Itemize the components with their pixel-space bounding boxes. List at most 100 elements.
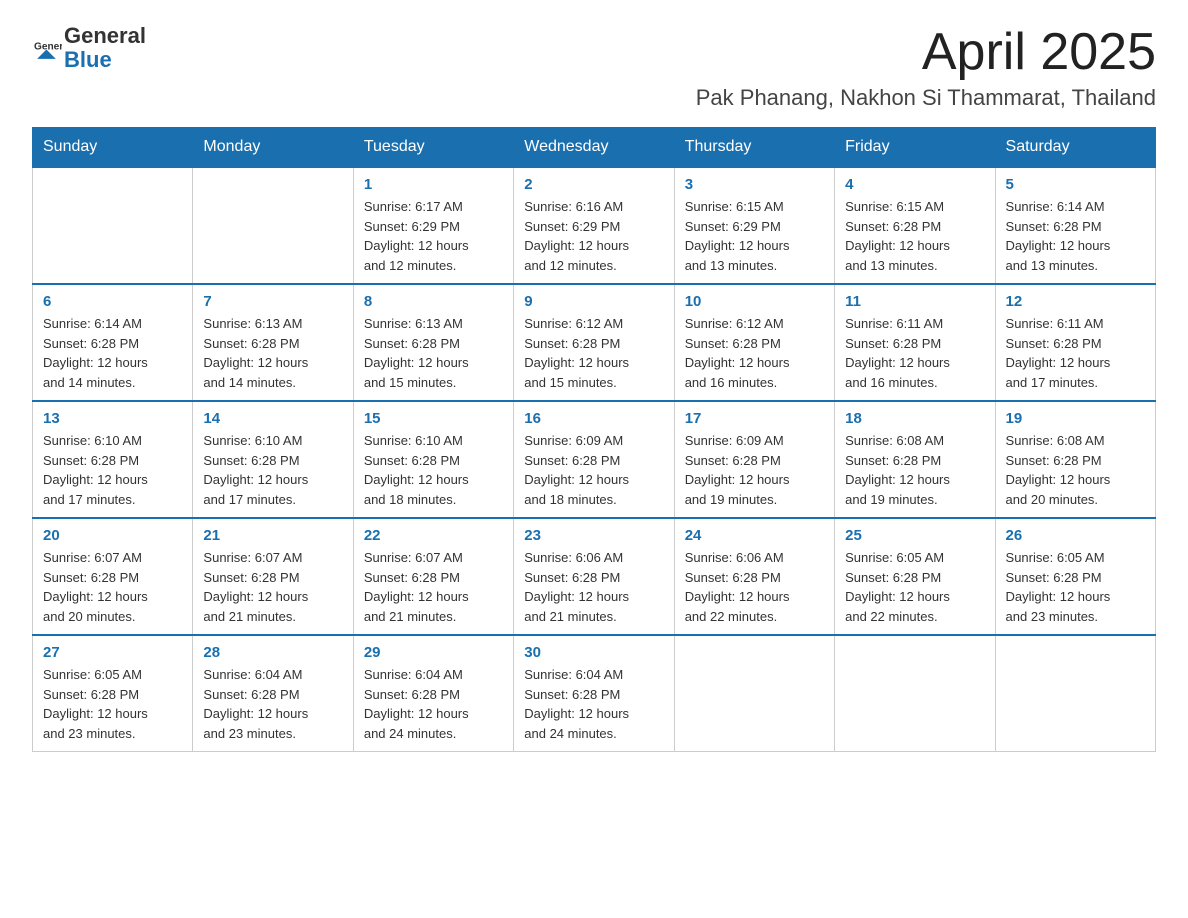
calendar-cell: 6 Sunrise: 6:14 AM Sunset: 6:28 PM Daylig… [33, 284, 193, 401]
weekday-header-monday: Monday [193, 128, 353, 168]
calendar-table: SundayMondayTuesdayWednesdayThursdayFrid… [32, 127, 1156, 752]
calendar-cell: 26Sunrise: 6:05 AM Sunset: 6:28 PM Dayli… [995, 518, 1155, 635]
calendar-cell: 23 Sunrise: 6:06 AM Sunset: 6:28 PM Dayli… [514, 518, 674, 635]
day-info: Sunrise: 6:07 AM Sunset: 6:28 PM Dayligh… [43, 548, 182, 626]
day-info: Sunrise: 6:14 AM Sunset: 6:28 PM Dayligh… [1006, 197, 1145, 275]
day-number: 27 [43, 644, 182, 661]
week-row-4: 20 Sunrise: 6:07 AM Sunset: 6:28 PM Dayli… [33, 518, 1156, 635]
day-number: 12 [1006, 293, 1145, 310]
month-title: April 2025 [696, 24, 1156, 81]
week-row-5: 27 Sunrise: 6:05 AM Sunset: 6:28 PM Dayli… [33, 635, 1156, 752]
day-number: 5 [1006, 176, 1145, 193]
page-header: General General Blue April 2025 Pak Phan… [32, 24, 1156, 111]
calendar-cell: 8 Sunrise: 6:13 AM Sunset: 6:28 PM Daylig… [353, 284, 513, 401]
calendar-cell: 14 Sunrise: 6:10 AM Sunset: 6:28 PM Dayli… [193, 401, 353, 518]
day-info: Sunrise: 6:10 AM Sunset: 6:28 PM Dayligh… [203, 431, 342, 509]
day-number: 7 [203, 293, 342, 310]
day-number: 30 [524, 644, 663, 661]
calendar-cell: 1 Sunrise: 6:17 AM Sunset: 6:29 PM Daylig… [353, 167, 513, 284]
calendar-cell: 7 Sunrise: 6:13 AM Sunset: 6:28 PM Daylig… [193, 284, 353, 401]
day-info: Sunrise: 6:13 AM Sunset: 6:28 PM Dayligh… [364, 314, 503, 392]
day-number: 20 [43, 527, 182, 544]
day-info: Sunrise: 6:06 AM Sunset: 6:28 PM Dayligh… [524, 548, 663, 626]
day-number: 15 [364, 410, 503, 427]
weekday-header-saturday: Saturday [995, 128, 1155, 168]
calendar-cell [835, 635, 995, 752]
location-title: Pak Phanang, Nakhon Si Thammarat, Thaila… [696, 85, 1156, 111]
calendar-cell [33, 167, 193, 284]
calendar-cell: 10Sunrise: 6:12 AM Sunset: 6:28 PM Dayli… [674, 284, 834, 401]
day-number: 28 [203, 644, 342, 661]
calendar-cell: 12 Sunrise: 6:11 AM Sunset: 6:28 PM Dayli… [995, 284, 1155, 401]
day-number: 13 [43, 410, 182, 427]
calendar-cell: 24Sunrise: 6:06 AM Sunset: 6:28 PM Dayli… [674, 518, 834, 635]
day-number: 2 [524, 176, 663, 193]
weekday-header-row: SundayMondayTuesdayWednesdayThursdayFrid… [33, 128, 1156, 168]
day-number: 24 [685, 527, 824, 544]
day-number: 3 [685, 176, 824, 193]
calendar-cell: 9Sunrise: 6:12 AM Sunset: 6:28 PM Daylig… [514, 284, 674, 401]
day-info: Sunrise: 6:11 AM Sunset: 6:28 PM Dayligh… [845, 314, 984, 392]
day-info: Sunrise: 6:16 AM Sunset: 6:29 PM Dayligh… [524, 197, 663, 275]
logo-blue-text: Blue [64, 48, 146, 72]
calendar-cell [995, 635, 1155, 752]
day-number: 17 [685, 410, 824, 427]
calendar-cell: 20 Sunrise: 6:07 AM Sunset: 6:28 PM Dayli… [33, 518, 193, 635]
weekday-header-wednesday: Wednesday [514, 128, 674, 168]
day-number: 1 [364, 176, 503, 193]
day-number: 11 [845, 293, 984, 310]
logo-icon: General [34, 34, 62, 62]
day-number: 8 [364, 293, 503, 310]
day-info: Sunrise: 6:15 AM Sunset: 6:28 PM Dayligh… [845, 197, 984, 275]
day-info: Sunrise: 6:08 AM Sunset: 6:28 PM Dayligh… [1006, 431, 1145, 509]
day-number: 22 [364, 527, 503, 544]
day-info: Sunrise: 6:05 AM Sunset: 6:28 PM Dayligh… [1006, 548, 1145, 626]
day-info: Sunrise: 6:07 AM Sunset: 6:28 PM Dayligh… [203, 548, 342, 626]
logo-general-text: General [64, 24, 146, 48]
day-info: Sunrise: 6:08 AM Sunset: 6:28 PM Dayligh… [845, 431, 984, 509]
day-info: Sunrise: 6:13 AM Sunset: 6:28 PM Dayligh… [203, 314, 342, 392]
day-info: Sunrise: 6:05 AM Sunset: 6:28 PM Dayligh… [43, 665, 182, 743]
day-info: Sunrise: 6:07 AM Sunset: 6:28 PM Dayligh… [364, 548, 503, 626]
day-number: 4 [845, 176, 984, 193]
week-row-2: 6 Sunrise: 6:14 AM Sunset: 6:28 PM Daylig… [33, 284, 1156, 401]
calendar-cell: 18Sunrise: 6:08 AM Sunset: 6:28 PM Dayli… [835, 401, 995, 518]
calendar-cell: 21 Sunrise: 6:07 AM Sunset: 6:28 PM Dayli… [193, 518, 353, 635]
weekday-header-friday: Friday [835, 128, 995, 168]
day-info: Sunrise: 6:17 AM Sunset: 6:29 PM Dayligh… [364, 197, 503, 275]
day-info: Sunrise: 6:10 AM Sunset: 6:28 PM Dayligh… [43, 431, 182, 509]
day-number: 29 [364, 644, 503, 661]
weekday-header-tuesday: Tuesday [353, 128, 513, 168]
week-row-1: 1 Sunrise: 6:17 AM Sunset: 6:29 PM Daylig… [33, 167, 1156, 284]
calendar-cell: 17Sunrise: 6:09 AM Sunset: 6:28 PM Dayli… [674, 401, 834, 518]
day-number: 21 [203, 527, 342, 544]
day-info: Sunrise: 6:11 AM Sunset: 6:28 PM Dayligh… [1006, 314, 1145, 392]
calendar-cell: 30 Sunrise: 6:04 AM Sunset: 6:28 PM Dayli… [514, 635, 674, 752]
day-number: 16 [524, 410, 663, 427]
calendar-cell: 27 Sunrise: 6:05 AM Sunset: 6:28 PM Dayli… [33, 635, 193, 752]
day-info: Sunrise: 6:15 AM Sunset: 6:29 PM Dayligh… [685, 197, 824, 275]
calendar-cell [674, 635, 834, 752]
day-info: Sunrise: 6:09 AM Sunset: 6:28 PM Dayligh… [524, 431, 663, 509]
calendar-cell: 16 Sunrise: 6:09 AM Sunset: 6:28 PM Dayli… [514, 401, 674, 518]
logo: General General Blue [32, 24, 146, 72]
day-info: Sunrise: 6:12 AM Sunset: 6:28 PM Dayligh… [524, 314, 663, 392]
calendar-cell [193, 167, 353, 284]
day-number: 6 [43, 293, 182, 310]
calendar-cell: 29Sunrise: 6:04 AM Sunset: 6:28 PM Dayli… [353, 635, 513, 752]
calendar-cell: 2 Sunrise: 6:16 AM Sunset: 6:29 PM Daylig… [514, 167, 674, 284]
weekday-header-thursday: Thursday [674, 128, 834, 168]
day-info: Sunrise: 6:14 AM Sunset: 6:28 PM Dayligh… [43, 314, 182, 392]
day-info: Sunrise: 6:10 AM Sunset: 6:28 PM Dayligh… [364, 431, 503, 509]
week-row-3: 13 Sunrise: 6:10 AM Sunset: 6:28 PM Dayli… [33, 401, 1156, 518]
calendar-cell: 28Sunrise: 6:04 AM Sunset: 6:28 PM Dayli… [193, 635, 353, 752]
day-number: 23 [524, 527, 663, 544]
calendar-cell: 22 Sunrise: 6:07 AM Sunset: 6:28 PM Dayli… [353, 518, 513, 635]
weekday-header-sunday: Sunday [33, 128, 193, 168]
calendar-cell: 25 Sunrise: 6:05 AM Sunset: 6:28 PM Dayli… [835, 518, 995, 635]
day-info: Sunrise: 6:04 AM Sunset: 6:28 PM Dayligh… [524, 665, 663, 743]
day-info: Sunrise: 6:05 AM Sunset: 6:28 PM Dayligh… [845, 548, 984, 626]
day-number: 14 [203, 410, 342, 427]
svg-text:General: General [34, 42, 62, 53]
day-number: 25 [845, 527, 984, 544]
